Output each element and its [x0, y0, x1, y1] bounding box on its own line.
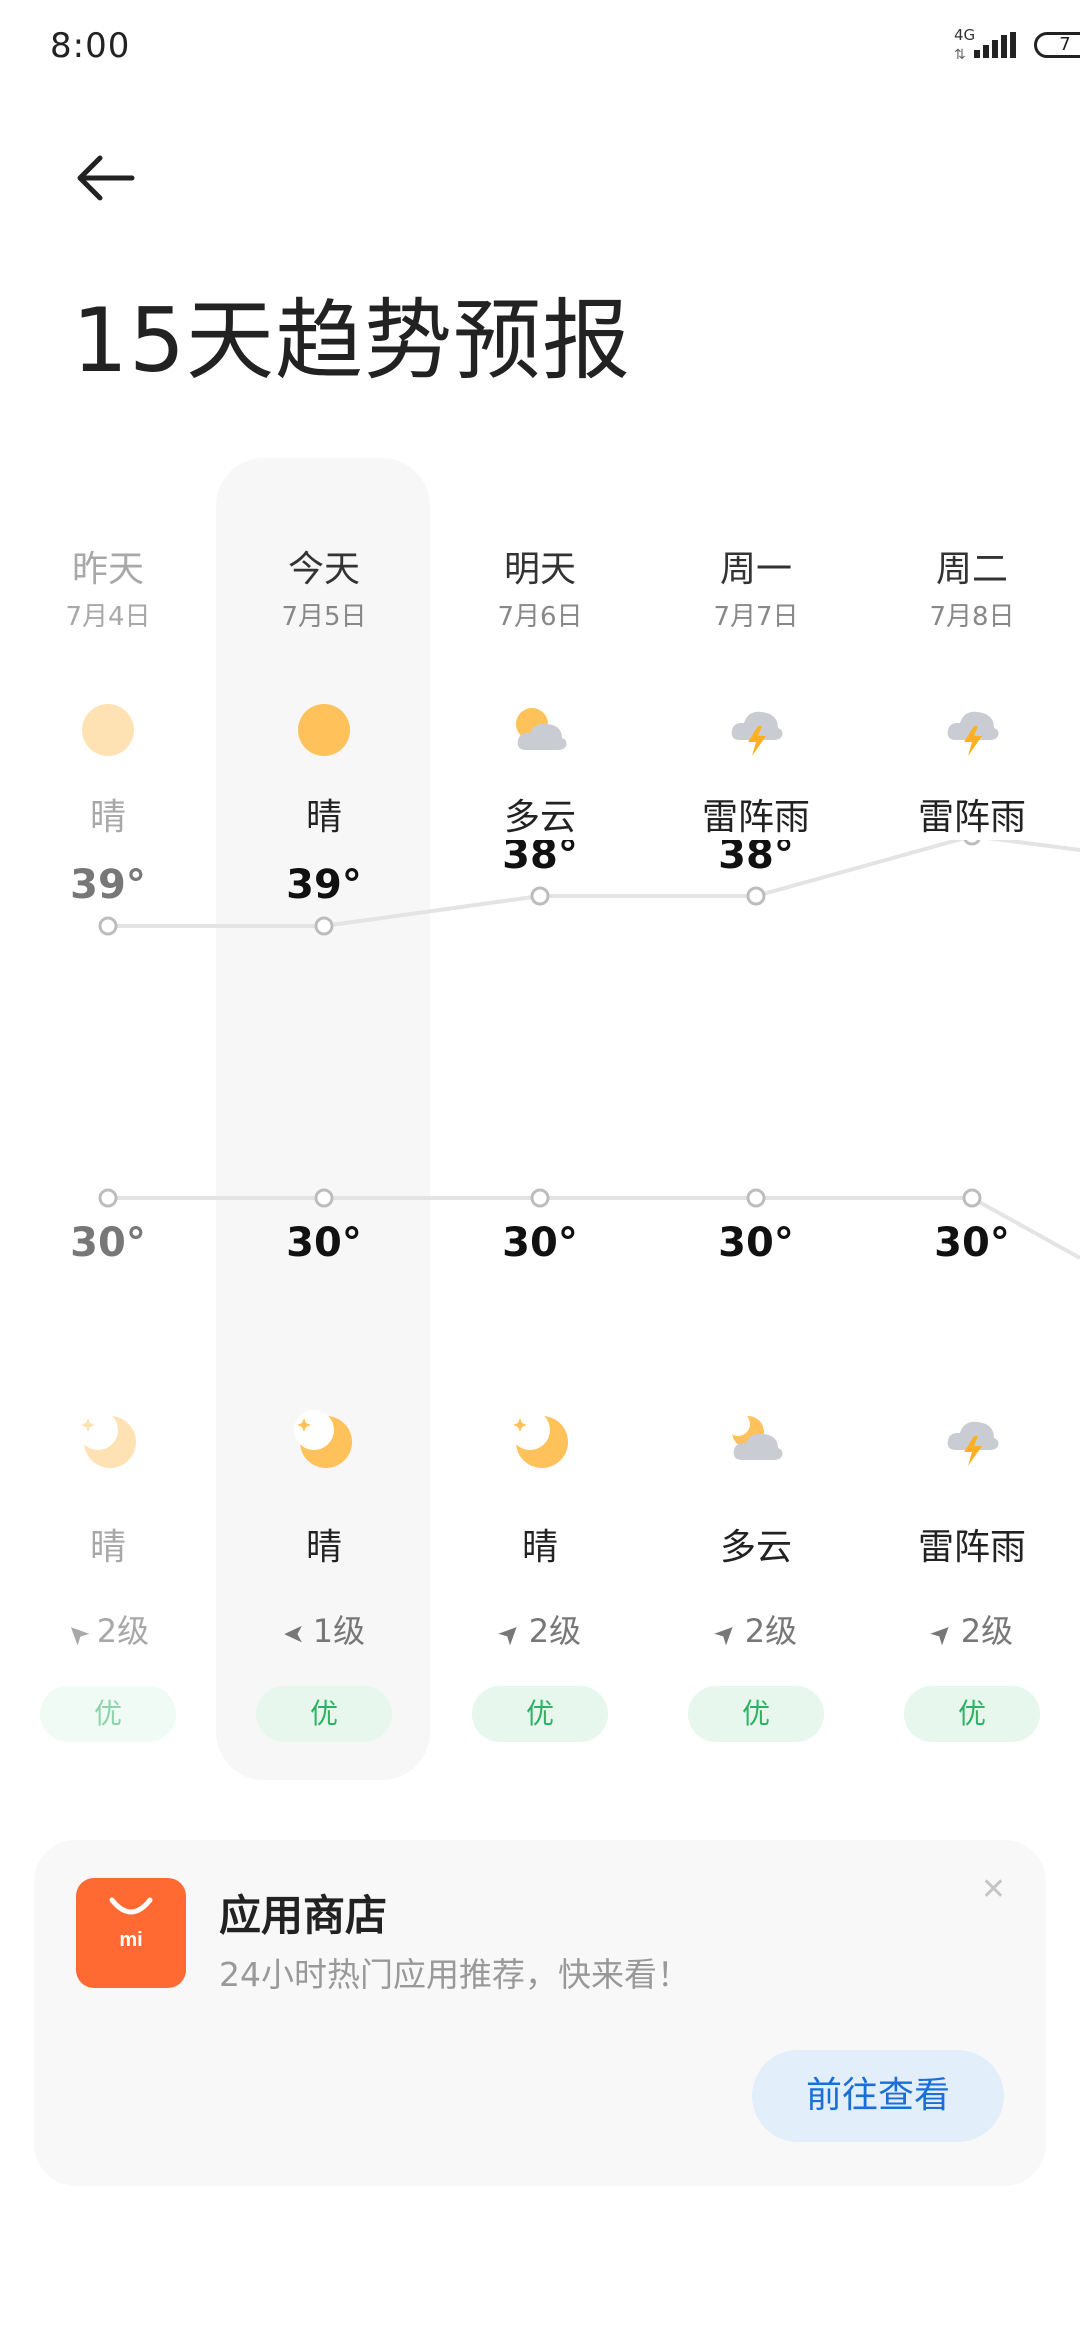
signal-icon [974, 32, 1016, 58]
wind-level: ➤2级 [648, 1606, 864, 1652]
day-date: 7月7日 [713, 602, 799, 632]
temperature-trend-chart: 39°30°39°30°38°30°38°30°36°30° [70, 840, 1080, 1266]
card-title: 应用商店 [219, 1891, 388, 1940]
partly-cloudy-night-icon [726, 1410, 786, 1470]
wind-text: 1级 [312, 1612, 366, 1650]
high-temp-point [530, 886, 550, 906]
low-temp-point [530, 1188, 550, 1208]
partly-cloudy-icon [510, 700, 570, 760]
low-temp-label: 30° [502, 1220, 578, 1266]
high-temp-line [108, 840, 1080, 928]
status-bar: 8:00 4G ⇅ 7 [0, 0, 1080, 96]
battery-icon: 7 [1034, 32, 1080, 58]
night-condition: 晴 [305, 1527, 342, 1568]
page-title: 15天趋势预报 [72, 289, 631, 392]
day-name: 明天 [503, 549, 576, 590]
go-view-button[interactable]: 前往查看 [752, 2050, 1004, 2142]
day-condition: 晴 [89, 797, 126, 838]
low-temp-point [962, 1188, 982, 1208]
high-temp-point [746, 886, 766, 906]
data-activity-icon: ⇅ [954, 47, 966, 63]
wind-direction-icon: ➤ [923, 1615, 961, 1653]
day-condition: 多云 [503, 797, 576, 838]
moon-icon [78, 1410, 138, 1470]
wind-text: 2级 [96, 1612, 150, 1650]
aqi-badge: 优 [40, 1686, 176, 1742]
battery-level: 7 [1059, 34, 1071, 55]
back-arrow-icon [77, 155, 135, 201]
thunderstorm-icon [942, 1410, 1002, 1470]
sun-icon [78, 700, 138, 760]
aqi-badge: 优 [256, 1686, 392, 1742]
card-subtitle: 24小时热门应用推荐，快来看！ [219, 1955, 690, 1994]
high-temp-label: 39° [286, 862, 362, 908]
moon-icon [510, 1410, 570, 1470]
day-condition: 雷阵雨 [917, 797, 1026, 838]
low-temp-point [746, 1188, 766, 1208]
low-temp-label: 30° [718, 1220, 794, 1266]
thunderstorm-icon [942, 700, 1002, 760]
app-store-icon: mi [76, 1878, 186, 1988]
wind-direction-icon: ➤ [282, 1619, 305, 1649]
day-date: 7月4日 [65, 602, 151, 632]
night-condition: 晴 [89, 1527, 126, 1568]
wind-direction-icon: ➤ [707, 1615, 745, 1653]
app-store-card[interactable]: mi 应用商店 24小时热门应用推荐，快来看！ ✕ 前往查看 [34, 1840, 1046, 2186]
day-name: 昨天 [71, 549, 144, 590]
high-temp-point [963, 840, 981, 846]
day-condition: 晴 [305, 797, 342, 838]
day-date: 7月8日 [929, 602, 1015, 632]
low-temp-label: 30° [934, 1220, 1010, 1266]
wind-level: ➤2级 [432, 1606, 648, 1652]
low-temp-point [98, 1188, 118, 1208]
aqi-badge: 优 [472, 1686, 608, 1742]
wind-direction-icon: ➤ [491, 1615, 529, 1653]
day-name: 周一 [719, 549, 792, 590]
aqi-badge: 优 [688, 1686, 824, 1742]
day-date: 7月6日 [497, 602, 583, 632]
day-name: 今天 [287, 549, 360, 590]
high-temp-label: 38° [502, 840, 578, 878]
day-date: 7月5日 [281, 602, 367, 632]
wind-level: ➤2级 [864, 1606, 1080, 1652]
wind-level: ➤2级 [0, 1606, 216, 1652]
high-temp-label: 38° [718, 840, 794, 878]
day-condition: 雷阵雨 [701, 797, 810, 838]
low-temp-point [314, 1188, 334, 1208]
high-temp-point [314, 916, 334, 936]
back-button[interactable] [66, 138, 146, 218]
app-icon-label: mi [119, 1929, 142, 1951]
wind-text: 2级 [528, 1612, 582, 1650]
night-condition: 雷阵雨 [917, 1527, 1026, 1568]
moon-icon [294, 1410, 354, 1470]
high-temp-label: 39° [70, 862, 146, 908]
status-time: 8:00 [50, 26, 131, 66]
night-condition: 多云 [719, 1527, 792, 1568]
low-temp-label: 30° [286, 1220, 362, 1266]
close-icon[interactable]: ✕ [981, 1872, 1006, 1907]
wind-level: ➤ 1级 [216, 1606, 432, 1652]
sun-icon [294, 700, 354, 760]
wind-direction-icon: ➤ [59, 1615, 97, 1653]
day-name: 周二 [935, 549, 1008, 590]
aqi-badge: 优 [904, 1686, 1040, 1742]
low-temp-label: 30° [70, 1220, 146, 1266]
thunderstorm-icon [726, 700, 786, 760]
night-condition: 晴 [521, 1527, 558, 1568]
wind-text: 2级 [960, 1612, 1014, 1650]
wind-text: 2级 [744, 1612, 798, 1650]
high-temp-point [98, 916, 118, 936]
